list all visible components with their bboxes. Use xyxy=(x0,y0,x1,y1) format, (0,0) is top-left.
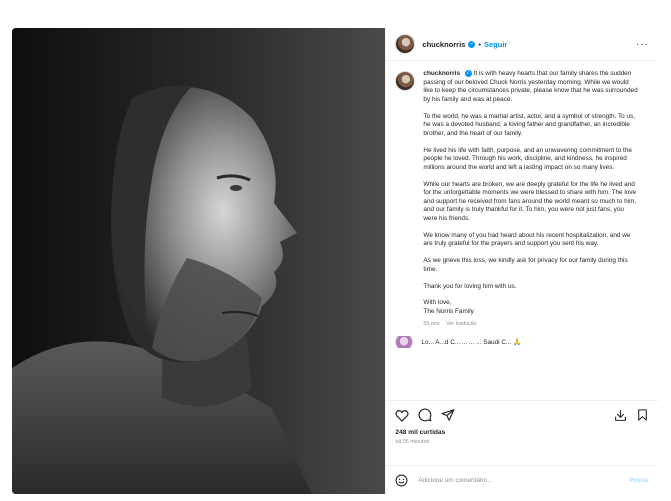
caption-paragraph: To the world, he was a martial artist, a… xyxy=(423,112,636,137)
caption-paragraph: He lived his life with faith, purpose, a… xyxy=(423,146,632,171)
comment-icon[interactable] xyxy=(418,408,432,422)
translate-link[interactable]: Ver tradução xyxy=(446,321,477,327)
caption-sign-off: With love, xyxy=(423,299,452,307)
username-link[interactable]: chucknorris xyxy=(422,40,465,49)
post-header: chucknorris ✓ • Seguir ··· xyxy=(386,28,658,61)
add-comment-bar: Postar xyxy=(386,465,658,494)
caption-row: chucknorris ✓ It is with heavy hearts th… xyxy=(395,70,649,328)
post-modal: chucknorris ✓ • Seguir ··· chucknorris ✓… xyxy=(12,28,658,494)
bookmark-icon[interactable] xyxy=(636,408,649,422)
comment-input[interactable] xyxy=(416,475,630,485)
post-comment-button[interactable]: Postar xyxy=(629,477,649,484)
post-time: há 55 minutos xyxy=(395,439,430,445)
caption-avatar[interactable] xyxy=(395,71,416,91)
caption-paragraph: We know many of you had heard about his … xyxy=(423,231,631,248)
action-icons-row xyxy=(395,407,649,423)
post-actions: 248 mil curtidas há 55 minutos xyxy=(386,400,658,465)
post-side-panel: chucknorris ✓ • Seguir ··· chucknorris ✓… xyxy=(385,28,658,494)
comments-section[interactable]: chucknorris ✓ It is with heavy hearts th… xyxy=(386,61,658,400)
comment-text: Lo... A...d C... ... ... ... Saudi C... … xyxy=(421,339,522,347)
caption-username[interactable]: chucknorris xyxy=(423,70,460,77)
download-icon[interactable] xyxy=(614,409,627,422)
verified-badge-icon: ✓ xyxy=(468,40,476,48)
avatar[interactable] xyxy=(395,34,416,54)
verified-badge-icon: ✓ xyxy=(464,70,472,77)
comment-avatar[interactable] xyxy=(395,336,414,349)
follow-button[interactable]: Seguir xyxy=(484,40,507,49)
post-photo[interactable] xyxy=(12,28,386,494)
caption-age: 55 min xyxy=(423,320,440,327)
emoji-icon[interactable] xyxy=(395,474,408,487)
caption-paragraph: As we grieve this loss, we kindly ask fo… xyxy=(423,257,628,273)
send-icon[interactable] xyxy=(441,408,455,422)
caption-text: chucknorris ✓ It is with heavy hearts th… xyxy=(423,70,639,328)
heart-icon[interactable] xyxy=(395,409,410,422)
comment-item: Lo... A...d C... ... ... ... Saudi C... … xyxy=(395,336,649,349)
caption-signature: The Norris Family xyxy=(423,307,474,315)
separator-dot: • xyxy=(478,39,481,49)
caption-meta: 55 min Ver tradução xyxy=(423,320,639,329)
caption-paragraph: Thank you for loving him with us. xyxy=(423,282,517,290)
likes-count[interactable]: 248 mil curtidas xyxy=(395,429,649,436)
portrait-image xyxy=(12,28,386,494)
caption-paragraph: While our hearts are broken, we are deep… xyxy=(423,180,637,223)
more-options-icon[interactable]: ··· xyxy=(636,39,649,50)
